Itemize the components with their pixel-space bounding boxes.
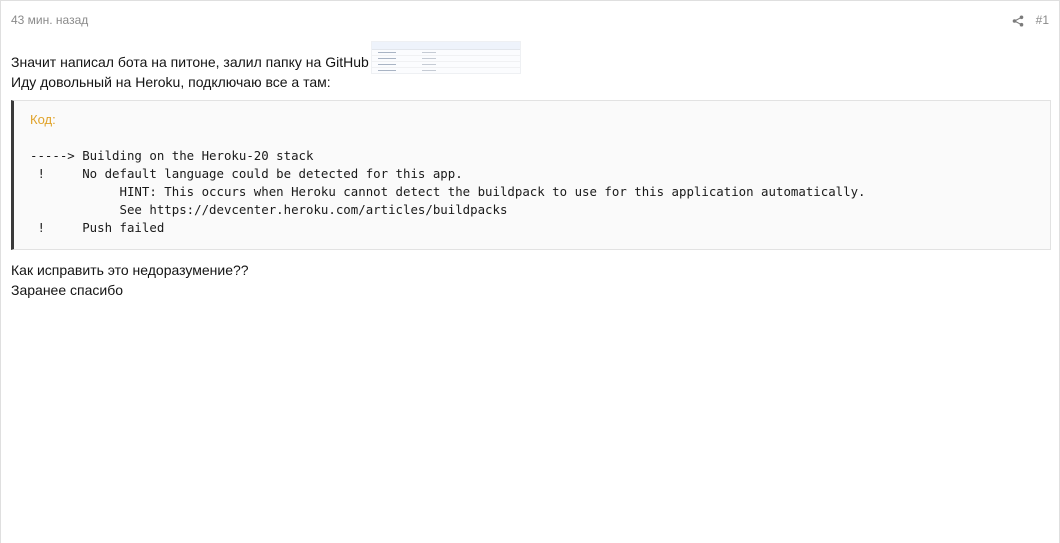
post-text-line-3: Как исправить это недоразумение?? <box>11 262 249 278</box>
forum-post: 43 мин. назад #1 Значит написал бота на … <box>0 0 1060 543</box>
post-timestamp-link[interactable]: 43 мин. назад <box>11 13 88 27</box>
post-text-line-2: Иду довольный на Heroku, подключаю все а… <box>11 74 331 90</box>
code-line: ! Push failed <box>30 220 165 235</box>
post-body: Значит написал бота на питоне, залил пап… <box>11 38 1051 300</box>
post-text-line-1: Значит написал бота на питоне, залил пап… <box>11 54 369 70</box>
thumbnail-header <box>371 42 520 50</box>
post-tools: #1 <box>1012 13 1049 27</box>
code-line: -----> Building on the Heroku-20 stack <box>30 148 314 163</box>
code-line: ! No default language could be detected … <box>30 166 463 181</box>
share-icon[interactable] <box>1012 14 1024 27</box>
code-line: See https://devcenter.heroku.com/article… <box>30 202 508 217</box>
post-number-link[interactable]: #1 <box>1036 13 1049 27</box>
thumbnail-row <box>372 68 520 73</box>
code-label: Код: <box>30 112 56 127</box>
code-block: Код: -----> Building on the Heroku-20 st… <box>11 100 1051 250</box>
code-line: HINT: This occurs when Heroku cannot det… <box>30 184 866 199</box>
post-text-line-4: Заранее спасибо <box>11 282 123 298</box>
post-header: 43 мин. назад #1 <box>11 11 1049 29</box>
code-content[interactable]: -----> Building on the Heroku-20 stack !… <box>30 147 1034 237</box>
post-text-line: Значит написал бота на питоне, залил пап… <box>11 38 1049 74</box>
attached-screenshot-thumbnail[interactable] <box>370 41 521 74</box>
